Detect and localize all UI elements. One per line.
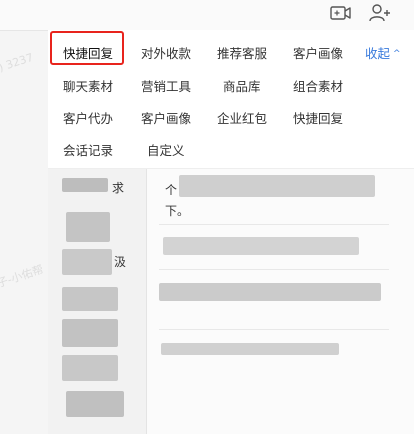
list-item[interactable]: [62, 319, 118, 347]
list-item-text: 汲: [114, 255, 127, 269]
list-item[interactable]: [62, 178, 108, 192]
menu-item-quick-reply-2[interactable]: 快捷回复: [293, 110, 343, 128]
menu-item-marketing-tools[interactable]: 营销工具: [141, 78, 191, 96]
reply-list: 个 下。: [147, 169, 414, 434]
reply-text: 下。: [165, 204, 190, 218]
background-watermark: 子-小佑帮: [0, 262, 45, 291]
menu-item-combined-material[interactable]: 组合素材: [293, 78, 343, 96]
top-toolbar: [0, 0, 414, 31]
menu-item-customer-todo[interactable]: 客户代办: [63, 110, 113, 128]
divider: [159, 269, 389, 270]
reply-group-list: 求 汲: [48, 169, 147, 434]
menu-item-recommend-service[interactable]: 推荐客服: [217, 45, 267, 63]
list-item[interactable]: [62, 287, 118, 311]
divider: [159, 224, 389, 225]
reply-text: 个: [165, 183, 178, 197]
menu-item-enterprise-red-packet[interactable]: 企业红包: [217, 110, 267, 128]
menu-item-custom[interactable]: 自定义: [147, 142, 185, 160]
list-item[interactable]: [66, 391, 124, 417]
menu-item-product-library[interactable]: 商品库: [223, 78, 261, 96]
divider: [159, 329, 389, 330]
collapse-button[interactable]: 收起 ^: [365, 45, 401, 63]
menu-item-customer-profile-2[interactable]: 客户画像: [141, 110, 191, 128]
menu-item-external-payment[interactable]: 对外收款: [141, 45, 191, 63]
reply-item[interactable]: [161, 343, 339, 355]
menu-item-customer-profile[interactable]: 客户画像: [293, 45, 343, 63]
reply-item[interactable]: [159, 283, 381, 301]
list-item[interactable]: [62, 355, 118, 381]
video-call-icon[interactable]: [328, 2, 354, 24]
menu-item-session-records[interactable]: 会话记录: [63, 142, 113, 160]
reply-item[interactable]: [179, 175, 375, 197]
chevron-up-icon: ^: [393, 49, 401, 59]
menu-item-quick-reply[interactable]: 快捷回复: [63, 45, 113, 63]
reply-item[interactable]: [163, 237, 359, 255]
list-item-text: 求: [112, 181, 125, 195]
list-item[interactable]: [66, 212, 110, 242]
collapse-label: 收起: [365, 46, 391, 61]
background-watermark: ) 3237: [0, 50, 35, 75]
list-item[interactable]: [62, 249, 112, 275]
add-contact-icon[interactable]: [367, 2, 393, 24]
menu-item-chat-material[interactable]: 聊天素材: [63, 78, 113, 96]
